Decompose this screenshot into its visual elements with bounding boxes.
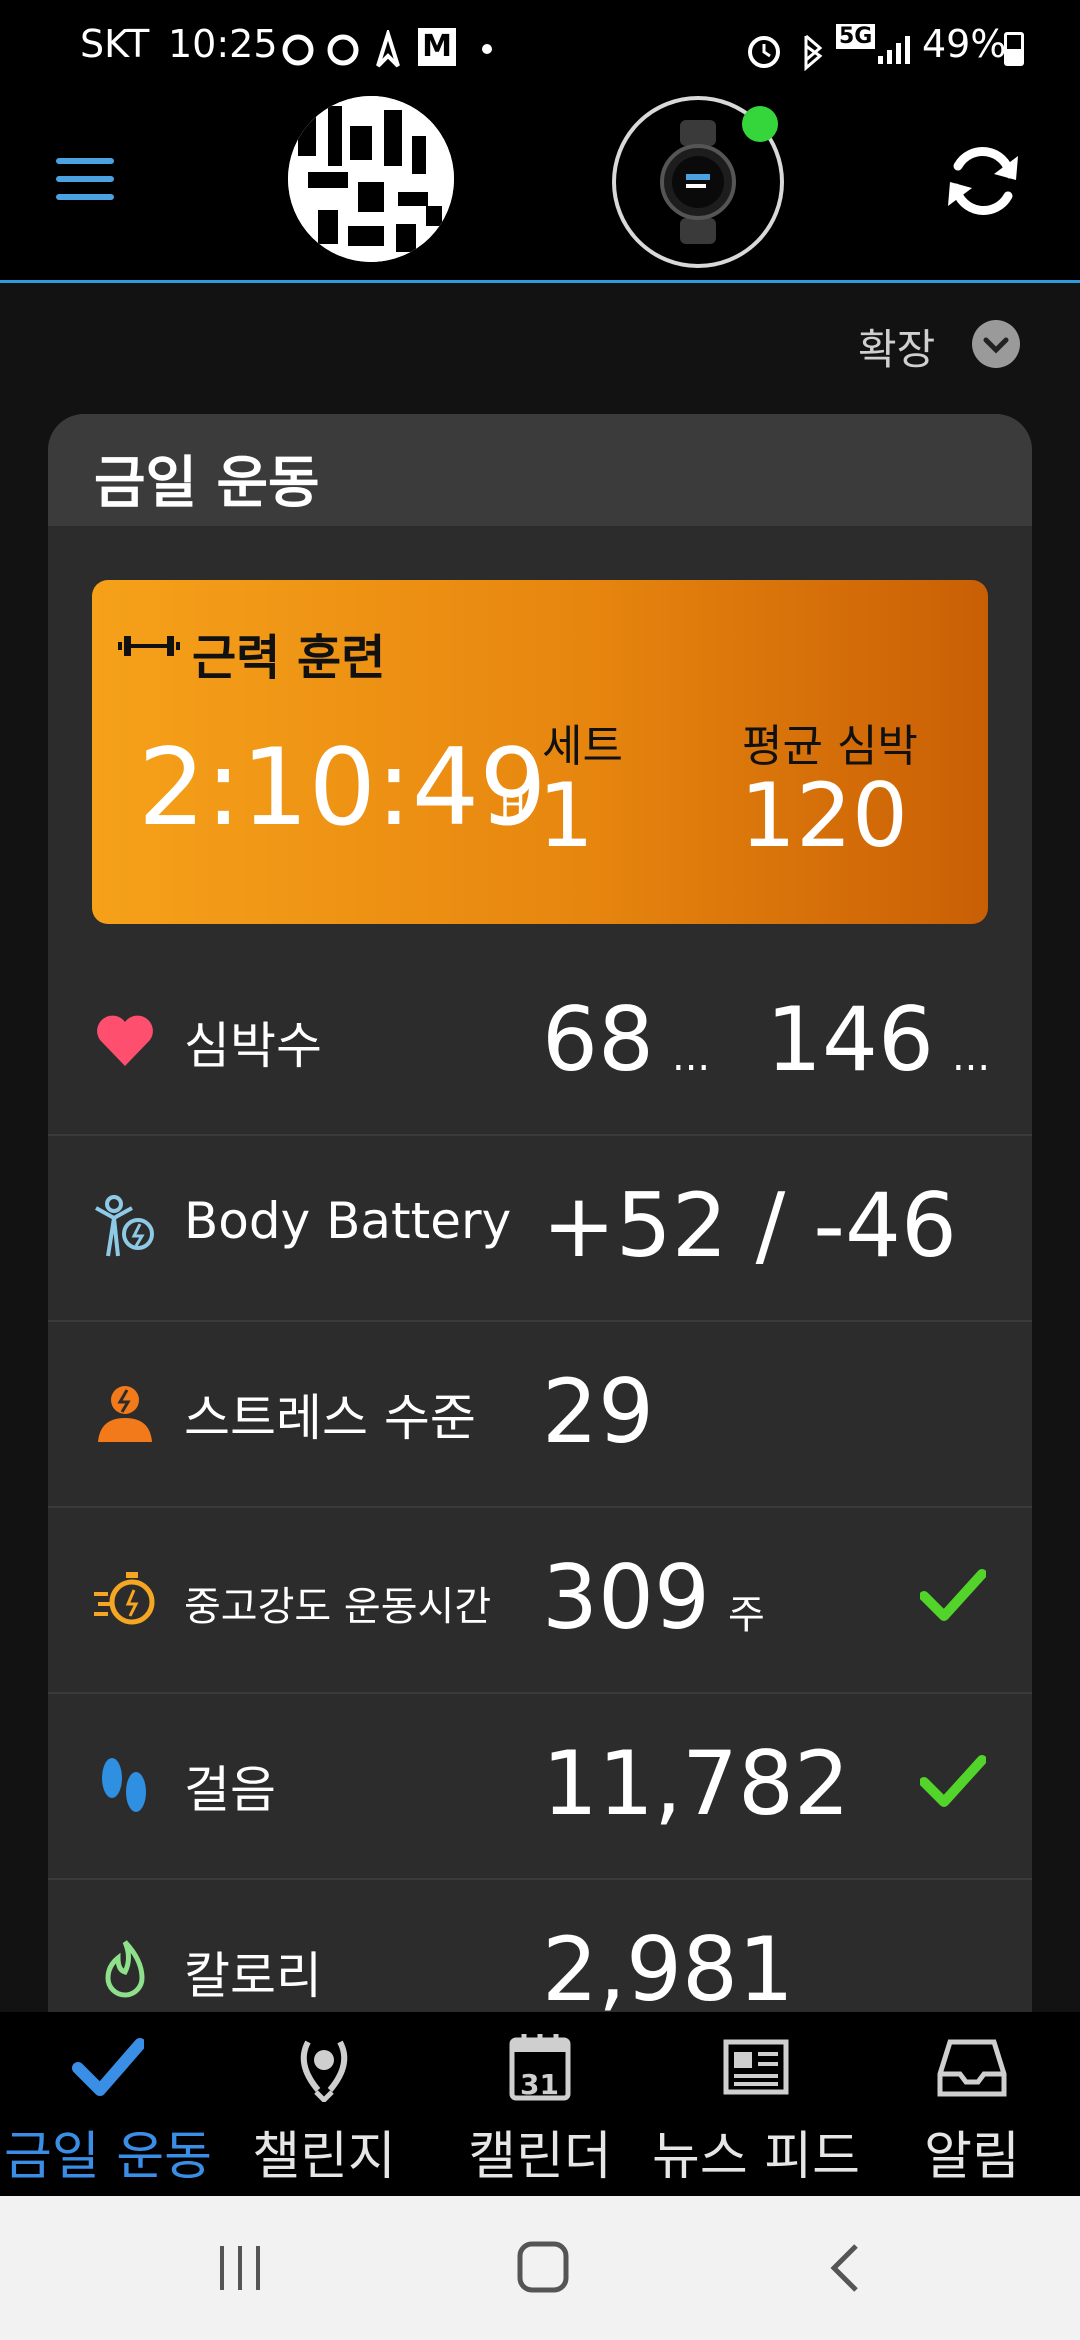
clock: 10:25 — [168, 22, 278, 66]
row-calories[interactable]: 칼로리 2,981 — [48, 1878, 1032, 2012]
row-heart-rate[interactable]: 심박수 68... 146... — [48, 948, 1032, 1136]
nav-label: 캘린더 — [468, 2127, 612, 2187]
more-notifications-dot — [482, 44, 492, 54]
intensity-minutes-value: 309 주 — [542, 1546, 765, 1649]
row-stress[interactable]: 스트레스 수준 29 — [48, 1320, 1032, 1508]
duration-unit: H — [500, 786, 526, 826]
nav-item-news-feed[interactable]: 뉴스 피드 — [648, 2012, 864, 2196]
connection-status-dot — [742, 106, 778, 142]
calories-icon — [105, 1940, 145, 1998]
carrier-text: SKT — [80, 22, 150, 66]
back-icon[interactable] — [826, 2242, 866, 2294]
stress-icon — [98, 1386, 152, 1442]
nav-label: 금일 운동 — [4, 2127, 212, 2187]
nav-label: 챌린지 — [252, 2127, 396, 2187]
row-steps[interactable]: 걸음 11,782 — [48, 1692, 1032, 1880]
notification-icons — [282, 30, 400, 68]
nav-item-calendar[interactable]: 31 캘린더 — [432, 2012, 648, 2196]
network-type: 5G — [836, 24, 876, 49]
sync-icon[interactable] — [938, 136, 1028, 226]
row-label: Body Battery — [184, 1192, 512, 1250]
row-label: 걸음 — [184, 1761, 276, 1819]
inbox-icon — [937, 2039, 1007, 2097]
row-label: 심박수 — [184, 1017, 322, 1075]
activity-name: 근력 훈련 — [192, 630, 386, 686]
card-title: 금일 운동 — [94, 451, 320, 516]
app-header — [0, 96, 1080, 283]
nav-item-today[interactable]: 금일 운동 — [0, 2012, 216, 2196]
resting-hr-value: 68... — [542, 988, 711, 1091]
max-hr-value: 146... — [766, 988, 991, 1091]
body-battery-value: +52 / -46 — [542, 1174, 958, 1277]
check-icon — [920, 1569, 986, 1621]
recent-apps-icon[interactable] — [214, 2242, 266, 2294]
row-label: 칼로리 — [184, 1947, 322, 2005]
chevron-down-icon[interactable] — [972, 320, 1020, 368]
row-label: 스트레스 수준 — [184, 1389, 476, 1447]
check-icon — [72, 2038, 144, 2096]
avatar[interactable] — [288, 96, 454, 262]
laurel-icon — [300, 2040, 348, 2102]
sets-value: 1 — [538, 764, 594, 867]
news-icon — [723, 2039, 789, 2095]
steps-value: 11,782 — [542, 1732, 850, 1835]
avg-hr-value: 120 — [740, 764, 908, 867]
battery-icon — [1004, 32, 1024, 66]
battery-percent: 49% — [922, 22, 1007, 66]
signal-icon — [878, 36, 910, 64]
activity-duration: 2:10:49 — [138, 726, 547, 849]
activity-tile[interactable]: 근력 훈련 2:10:49 H 세트 1 평균 심박 120 — [92, 580, 988, 924]
nav-label: 알림 — [924, 2127, 1020, 2187]
row-label: 중고강도 운동시간 — [184, 1584, 492, 1630]
check-icon — [920, 1755, 986, 1807]
intensity-minutes-icon — [94, 1572, 155, 1625]
home-icon[interactable] — [516, 2240, 572, 2296]
stress-value: 29 — [542, 1360, 654, 1463]
row-body-battery[interactable]: Body Battery +52 / -46 — [48, 1134, 1032, 1322]
card-header: 금일 운동 — [48, 414, 1032, 526]
nav-item-notifications[interactable]: 알림 — [864, 2012, 1080, 2196]
nav-label: 뉴스 피드 — [652, 2127, 860, 2187]
body-battery-icon — [95, 1195, 154, 1257]
dumbbell-icon — [118, 636, 180, 656]
calories-value: 2,981 — [542, 1918, 794, 2012]
heart-icon — [97, 1015, 153, 1066]
bottom-nav: 금일 운동 챌린지 31 캘린더 뉴스 피드 알림 — [0, 2012, 1080, 2196]
system-navigation-bar — [0, 2196, 1080, 2340]
watch-icon — [660, 120, 736, 244]
status-bar: SKT 10:25 M 5G 49% — [0, 0, 1080, 96]
nav-item-challenges[interactable]: 챌린지 — [216, 2012, 432, 2196]
steps-icon — [102, 1758, 146, 1812]
row-intensity-minutes[interactable]: 중고강도 운동시간 309 주 — [48, 1506, 1032, 1694]
expand-label[interactable]: 확장 — [858, 316, 935, 377]
calendar-day: 31 — [520, 2068, 559, 2101]
mail-app-icon: M — [418, 28, 456, 66]
hamburger-menu-icon[interactable] — [56, 158, 114, 208]
